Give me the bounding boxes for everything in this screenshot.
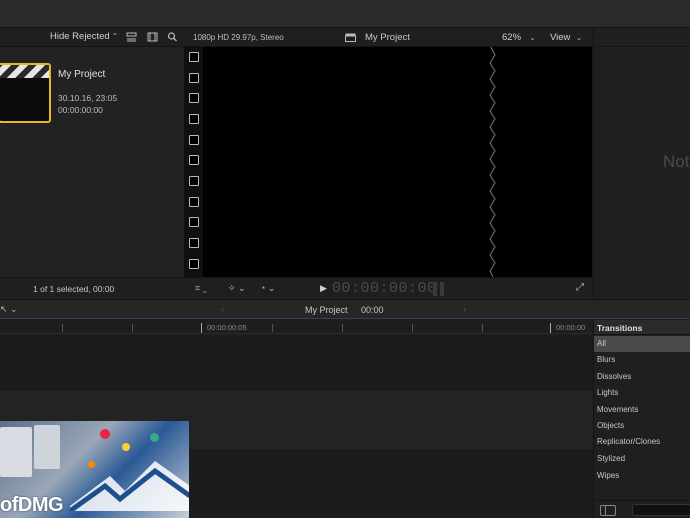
- chevron-down-icon: ⌄: [576, 35, 582, 42]
- clapper-small-icon: [345, 33, 356, 42]
- updown-chevron-icon: ⌃: [111, 32, 119, 41]
- ruler-label: 00:00:00:05: [201, 323, 247, 333]
- transitions-header[interactable]: Transitions: [594, 320, 690, 335]
- transitions-browser: Transitions All Blurs Dissolves Lights M…: [593, 320, 690, 518]
- play-icon[interactable]: ▶: [320, 283, 327, 294]
- inspector-empty-label: Not: [663, 152, 690, 171]
- category-label: Lights: [597, 388, 619, 397]
- watermark-decor: [150, 433, 159, 442]
- transition-category-lights[interactable]: Lights: [594, 385, 690, 401]
- enhance-tool-icon[interactable]: ✧ ⌄: [228, 283, 246, 294]
- transition-category-replicator[interactable]: Replicator/Clones: [594, 434, 690, 450]
- filter-dropdown[interactable]: Hide Rejected ⌃: [50, 31, 118, 42]
- filmstrip-icon[interactable]: [147, 32, 158, 42]
- project-thumbnail[interactable]: [0, 63, 51, 123]
- transition-category-wipes[interactable]: Wipes: [594, 468, 690, 484]
- transition-category-objects[interactable]: Objects: [594, 418, 690, 434]
- timecode-display: 00:00:00:00: [332, 280, 437, 297]
- zoom-value: 62%: [502, 32, 522, 43]
- transitions-search-input[interactable]: [632, 504, 690, 516]
- timeline-duration: 00:00: [361, 305, 384, 315]
- project-duration: 00:00:00:00: [58, 105, 103, 115]
- browser-status-bar: 1 of 1 selected, 00:00: [0, 277, 183, 298]
- project-title[interactable]: My Project: [58, 69, 105, 80]
- pause-bars-icon: [433, 282, 445, 296]
- transitions-footer: [594, 500, 690, 518]
- clapperboard-icon: [0, 65, 49, 78]
- sprocket: [189, 176, 199, 186]
- list-view-icon[interactable]: [126, 32, 137, 42]
- transitions-header-label: Transitions: [597, 323, 643, 333]
- search-icon[interactable]: [167, 32, 178, 42]
- category-label: All: [597, 339, 606, 348]
- view-menu-label: View: [550, 32, 571, 43]
- sprocket: [189, 135, 199, 145]
- watermark-window: [34, 425, 60, 469]
- category-label: Movements: [597, 405, 639, 414]
- retime-tool-icon[interactable]: ◔ ⌄: [260, 283, 275, 294]
- window-titlebar: [0, 0, 690, 28]
- select-tool-icon[interactable]: ↖ ⌄: [0, 304, 18, 315]
- timeline-ruler[interactable]: 00:00:00:05 00:00:00: [0, 320, 593, 334]
- crop-tool-icon[interactable]: ⌗ ⌄: [195, 283, 207, 294]
- transition-category-dissolves[interactable]: Dissolves: [594, 369, 690, 385]
- inspector-toolbar: [594, 28, 690, 47]
- zoom-dropdown[interactable]: 62% ⌄: [502, 32, 536, 43]
- chevron-down-icon: ⌄: [529, 35, 536, 42]
- watermark-text: ofDMG: [0, 494, 64, 516]
- transition-category-movements[interactable]: Movements: [594, 402, 690, 418]
- ruler-tick: [412, 324, 413, 332]
- ruler-tick: [482, 324, 483, 332]
- transition-category-blurs[interactable]: Blurs: [594, 352, 690, 368]
- ruler-tick: [132, 324, 133, 332]
- ruler-tick: [342, 324, 343, 332]
- film-sprockets: [185, 47, 203, 277]
- watermark-swoosh: [70, 461, 189, 511]
- category-label: Dissolves: [597, 372, 632, 381]
- ruler-tick: [272, 324, 273, 332]
- category-label: Objects: [597, 421, 625, 430]
- category-label: Blurs: [597, 355, 616, 364]
- watermark-decor: [122, 443, 130, 451]
- viewer-title: My Project: [365, 32, 410, 43]
- sprocket: [189, 259, 199, 269]
- view-menu[interactable]: View ⌄: [550, 32, 582, 43]
- sprocket: [189, 217, 199, 227]
- back-arrow-icon[interactable]: ‹: [221, 304, 224, 314]
- category-label: Stylized: [597, 454, 626, 463]
- timeline-title: My Project: [305, 305, 348, 315]
- sprocket: [189, 238, 199, 248]
- browser-toolbar: Hide Rejected ⌃: [0, 28, 183, 47]
- inspector-panel: Not: [593, 28, 690, 298]
- project-date: 30.10.16, 23:05: [58, 93, 118, 103]
- filter-dropdown-label: Hide Rejected: [50, 31, 110, 42]
- sprocket: [189, 52, 199, 62]
- viewer-canvas[interactable]: [184, 47, 592, 277]
- category-label: Wipes: [597, 471, 620, 480]
- ruler-label: 00:00:00: [549, 323, 586, 333]
- viewer-toolbar: 1080p HD 29.97p, Stereo My Project 62% ⌄…: [184, 28, 592, 47]
- sprocket: [189, 197, 199, 207]
- sprocket: [189, 93, 199, 103]
- ruler-tick: [62, 324, 63, 332]
- sprocket: [189, 155, 199, 165]
- sidebar-toggle-icon[interactable]: [600, 505, 616, 516]
- sprocket: [189, 73, 199, 83]
- torn-edge-icon: [489, 47, 496, 277]
- viewer-controls: ⌗ ⌄ ✧ ⌄ ◔ ⌄ ▶ 00:00:00:00 ⤢: [184, 277, 592, 298]
- category-label: Replicator/Clones: [597, 437, 661, 446]
- watermark-image: ofDMG: [0, 421, 189, 518]
- forward-arrow-icon[interactable]: ›: [463, 304, 466, 314]
- timeline-toolbar: ↖ ⌄ ‹ My Project 00:00 ›: [0, 299, 690, 319]
- fullscreen-icon[interactable]: ⤢: [576, 282, 584, 293]
- sprocket: [189, 114, 199, 124]
- watermark-window: [0, 427, 32, 477]
- project-format: 1080p HD 29.97p, Stereo: [193, 33, 284, 42]
- transition-category-stylized[interactable]: Stylized: [594, 451, 690, 467]
- selection-status: 1 of 1 selected, 00:00: [33, 284, 115, 294]
- transition-category-all[interactable]: All: [594, 336, 690, 352]
- browser-panel: My Project 30.10.16, 23:05 00:00:00:00: [0, 47, 183, 277]
- watermark-decor: [100, 429, 110, 439]
